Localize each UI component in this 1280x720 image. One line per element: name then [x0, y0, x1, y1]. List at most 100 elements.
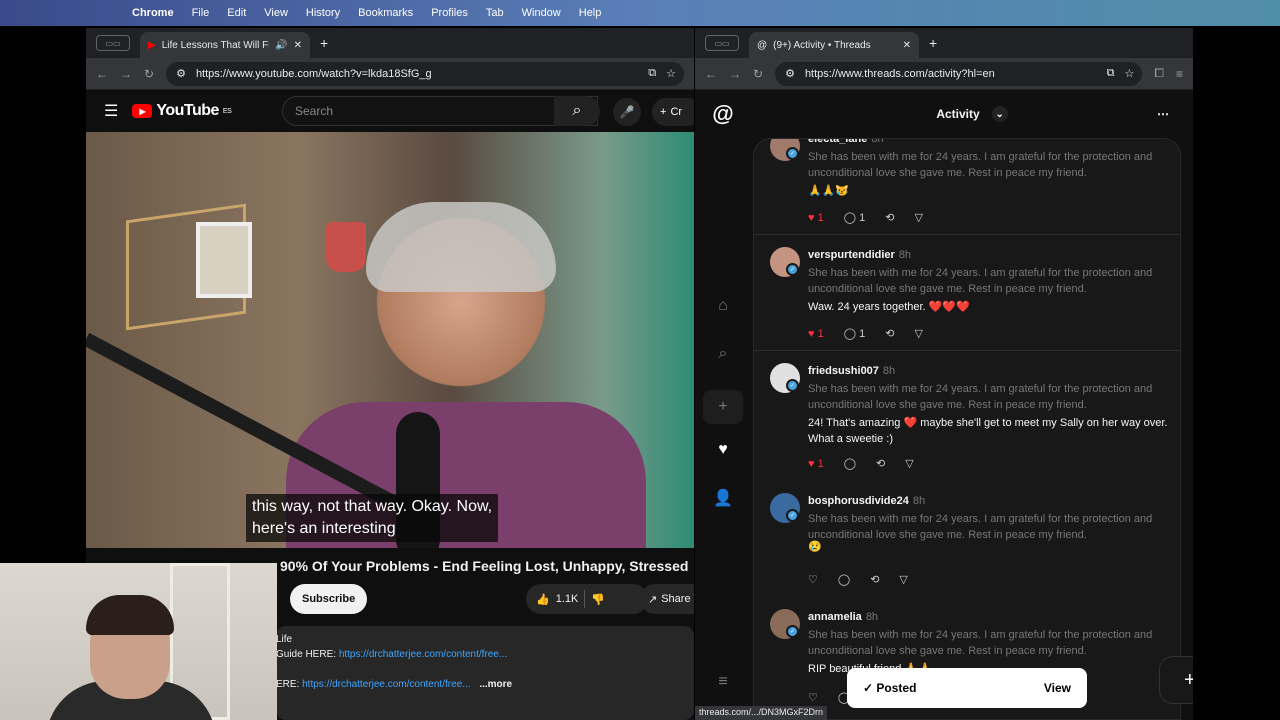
menu-history[interactable]: History [306, 7, 340, 19]
quoted-text: She has been with me for 24 years. I am … [808, 629, 1153, 657]
repost-icon[interactable]: ⟲ [870, 573, 879, 586]
back-arrow-icon[interactable]: ← [96, 67, 108, 81]
heart-icon[interactable]: ♡ [808, 691, 818, 704]
more-options-icon[interactable]: ⋯ [1157, 107, 1169, 121]
repost-icon[interactable]: ⟲ [876, 457, 885, 470]
youtube-logo[interactable]: ▶ YouTube ES [132, 102, 232, 120]
heart-icon[interactable]: ♥ 1 [808, 458, 824, 470]
username[interactable]: friedsushi007 8h [808, 365, 895, 377]
tab-youtube[interactable]: ▶ Life Lessons That Will Fix 🔊 ✕ [140, 32, 310, 58]
chevron-down-icon[interactable]: ⌄ [991, 106, 1008, 122]
url-text: https://www.threads.com/activity?hl=en [804, 67, 995, 80]
comment-icon[interactable]: ◯ 1 [844, 211, 866, 224]
reply-text: 🙏🙏😿 [808, 185, 850, 197]
search-icon[interactable]: ⌕ [711, 342, 735, 366]
subscribe-button[interactable]: Subscribe [290, 584, 368, 614]
forward-arrow-icon[interactable]: → [729, 67, 741, 81]
repost-icon[interactable]: ⟲ [885, 211, 894, 224]
back-arrow-icon[interactable]: ← [705, 67, 717, 81]
send-icon[interactable]: ▽ [905, 457, 913, 470]
video-photo-frame [196, 222, 252, 298]
youtube-favicon-icon: ▶ [148, 39, 156, 51]
forward-arrow-icon[interactable]: → [120, 67, 132, 81]
quoted-text: She has been with me for 24 years. I am … [808, 383, 1153, 411]
check-icon: ✓ [863, 681, 874, 695]
profile-icon[interactable]: 👤 [711, 486, 735, 510]
url-field[interactable]: ⚙ https://www.youtube.com/watch?v=lkda18… [166, 61, 684, 86]
url-field[interactable]: ⚙ https://www.threads.com/activity?hl=en… [775, 61, 1143, 86]
reload-icon[interactable]: ↻ [753, 67, 763, 81]
threads-logo-icon[interactable]: @ [711, 101, 735, 126]
new-tab-icon[interactable]: + [320, 35, 328, 51]
toast-view-button[interactable]: View [1044, 681, 1071, 695]
mic-icon[interactable]: 🎤 [613, 98, 641, 126]
desc-line-1: Life [276, 634, 293, 645]
create-icon[interactable]: + [703, 390, 743, 424]
menu-bookmarks[interactable]: Bookmarks [358, 7, 413, 19]
comment-icon[interactable]: ◯ [844, 457, 856, 470]
list-item[interactable]: ✓ verspurtendidier 8h She has been with m… [754, 235, 1180, 351]
hamburger-menu-icon[interactable]: ☰ [104, 101, 118, 121]
menu-edit[interactable]: Edit [227, 7, 246, 19]
desc-link-1[interactable]: https://drchatterjee.com/content/free... [339, 649, 507, 660]
menu-help[interactable]: Help [579, 7, 602, 19]
new-thread-fab[interactable]: + [1159, 656, 1193, 704]
tab-group-icon[interactable]: ▭▭ [705, 35, 739, 51]
repost-icon[interactable]: ⟲ [885, 327, 894, 340]
heart-icon[interactable]: ♡ [808, 573, 818, 586]
install-icon[interactable]: ⧉ [648, 67, 656, 80]
menu-icon[interactable]: ≡ [711, 670, 735, 694]
send-icon[interactable]: ▽ [914, 327, 922, 340]
thumbs-up-icon[interactable]: 👍 [536, 593, 550, 606]
menu-profiles[interactable]: Profiles [431, 7, 468, 19]
desc-link-2[interactable]: https://drchatterjee.com/content/free... [302, 679, 470, 690]
post-actions: ♥ 1 ◯ ⟲ ▽ [808, 457, 914, 471]
username[interactable]: verspurtendidier 8h [808, 249, 911, 261]
create-button[interactable]: + Cr [652, 98, 694, 126]
reload-icon[interactable]: ↻ [144, 67, 154, 81]
username[interactable]: annamelia 8h [808, 611, 878, 623]
close-icon[interactable]: ✕ [903, 40, 911, 51]
new-tab-icon[interactable]: + [929, 35, 937, 51]
list-item[interactable]: ✓ electa_lane 8h She has been with me for… [754, 139, 1180, 235]
comment-icon[interactable]: ◯ [838, 573, 850, 586]
extensions-icon[interactable]: ⧠ [1154, 66, 1164, 81]
video-player[interactable]: this way, not that way. Okay. Now, here'… [86, 132, 694, 548]
menu-window[interactable]: Window [522, 7, 561, 19]
heart-icon[interactable]: ♥ 1 [808, 328, 824, 340]
search-icon[interactable]: ⌕ [554, 96, 600, 126]
tab-threads[interactable]: @ (9+) Activity • Threads ✕ [749, 32, 919, 58]
reply-text: 😢 [808, 541, 822, 553]
menu-view[interactable]: View [264, 7, 288, 19]
tab-group-icon[interactable]: ▭▭ [96, 35, 130, 51]
list-item[interactable]: ✓ bosphorusdivide24 8h She has been with … [754, 481, 1180, 597]
list-item[interactable]: ✓ friedsushi007 8h She has been with me f… [754, 351, 1180, 481]
bookmark-star-icon[interactable]: ☆ [666, 67, 684, 80]
verified-badge-icon: ✓ [786, 263, 799, 276]
menu-app-name[interactable]: Chrome [132, 7, 174, 19]
install-icon[interactable]: ⧉ [1107, 67, 1115, 80]
heart-icon[interactable]: ♥ 1 [808, 212, 824, 224]
menu-tab[interactable]: Tab [486, 7, 504, 19]
comment-icon[interactable]: ◯ 1 [844, 327, 866, 340]
close-icon[interactable]: ✕ [294, 40, 302, 51]
menu-file[interactable]: File [192, 7, 210, 19]
username[interactable]: bosphorusdivide24 8h [808, 495, 925, 507]
thumbs-down-icon[interactable]: 👎 [591, 593, 605, 606]
home-icon[interactable]: ⌂ [711, 294, 735, 318]
username[interactable]: electa_lane 8h [808, 139, 884, 145]
like-dislike-group[interactable]: 👍 1.1K 👎 [526, 584, 648, 614]
video-description[interactable]: Life Guide HERE: https://drchatterjee.co… [276, 626, 694, 720]
bookmark-star-icon[interactable]: ☆ [1125, 67, 1143, 80]
media-icon[interactable]: ≡ [1176, 67, 1183, 81]
speaker-icon[interactable]: 🔊 [275, 40, 287, 51]
site-info-icon[interactable]: ⚙ [785, 67, 795, 80]
share-button[interactable]: ↗ Share [640, 584, 694, 614]
send-icon[interactable]: ▽ [914, 211, 922, 224]
send-icon[interactable]: ▽ [899, 573, 907, 586]
more-button[interactable]: ...more [479, 679, 512, 690]
video-title: 90% Of Your Problems - End Feeling Lost,… [280, 558, 689, 574]
youtube-search-input[interactable]: Search [282, 96, 598, 126]
site-info-icon[interactable]: ⚙ [176, 67, 186, 80]
activity-heart-icon[interactable]: ♥ [711, 438, 735, 462]
